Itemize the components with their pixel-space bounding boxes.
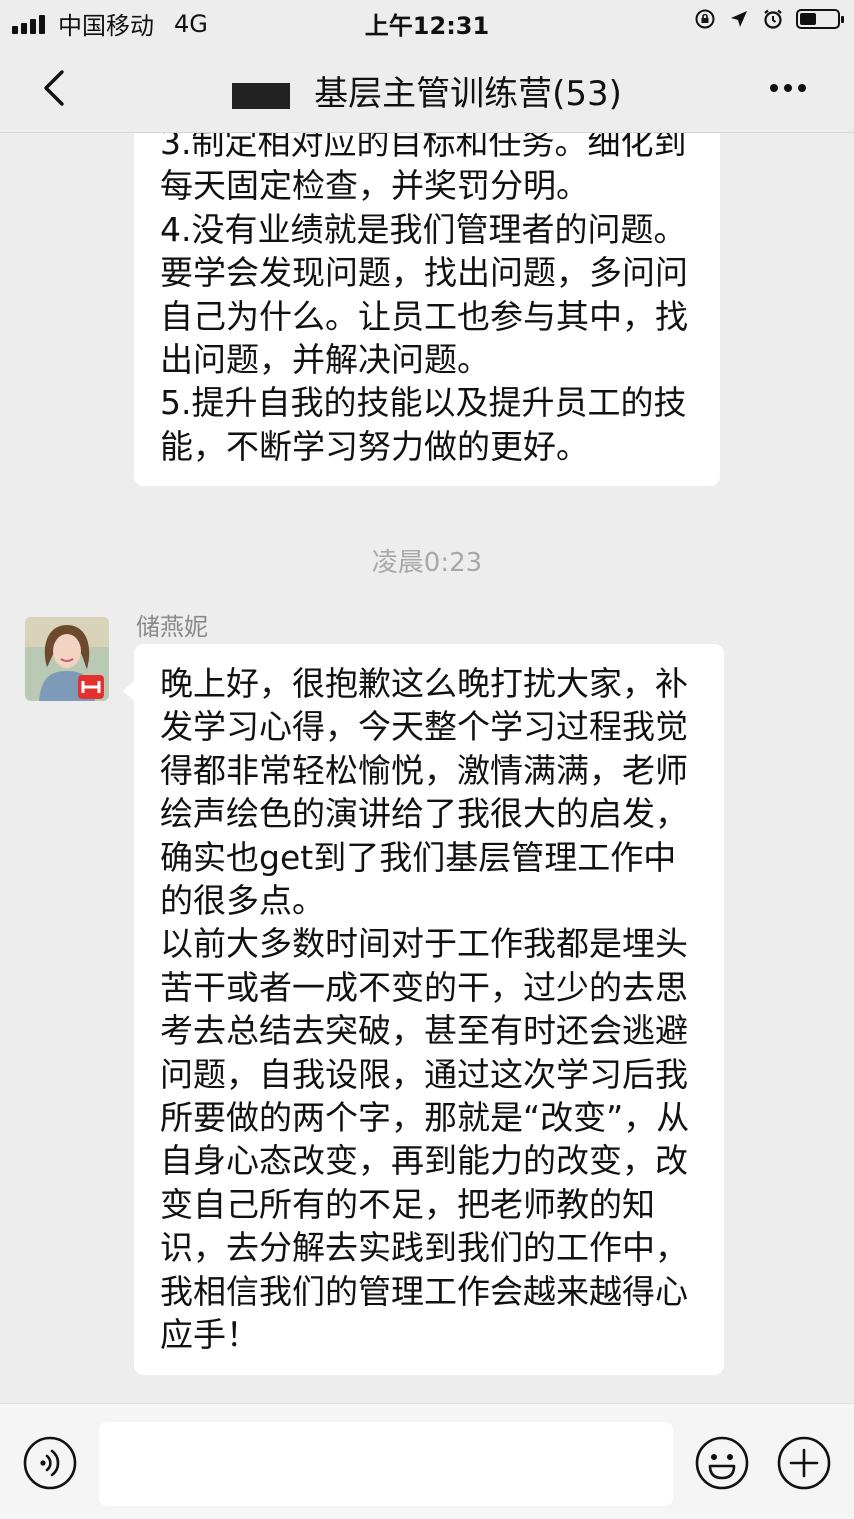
- chat-title: 基层主管训练营(53): [0, 66, 854, 115]
- input-bar: [0, 1403, 854, 1519]
- rotation-lock-icon: [695, 9, 715, 29]
- alarm-icon: [764, 9, 782, 29]
- voice-icon[interactable]: [22, 1435, 78, 1491]
- time-separator: 凌晨0:23: [371, 548, 483, 578]
- sender-name: 储燕妮: [136, 613, 208, 641]
- chat-title-text: 基层主管训练营(53): [314, 74, 622, 114]
- redaction-block: [232, 82, 291, 109]
- message-bubble[interactable]: 3.制定相对应的目标和任务。细化到每天固定检查，并奖罚分明。 4.没有业绩就是我…: [134, 133, 720, 487]
- status-right: [682, 8, 844, 30]
- status-bar: 中国移动 4G 上午12:31: [0, 0, 854, 44]
- location-arrow-icon: [731, 11, 747, 27]
- avatar[interactable]: [25, 617, 109, 701]
- chat-area[interactable]: 3.制定相对应的目标和任务。细化到每天固定检查，并奖罚分明。 4.没有业绩就是我…: [0, 133, 854, 1403]
- battery-icon: [796, 9, 844, 29]
- plus-icon[interactable]: [776, 1435, 832, 1491]
- nav-bar: 基层主管训练营(53): [0, 44, 854, 133]
- battery-level: [800, 13, 816, 25]
- emoji-icon[interactable]: [694, 1435, 750, 1491]
- avatar-photo: [25, 617, 109, 701]
- message-input[interactable]: [99, 1422, 673, 1506]
- message-bubble[interactable]: 晚上好，很抱歉这么晚打扰大家，补发学习心得，今天整个学习过程我觉得都非常轻松愉悦…: [123, 644, 724, 1375]
- more-dots-icon[interactable]: [768, 82, 808, 94]
